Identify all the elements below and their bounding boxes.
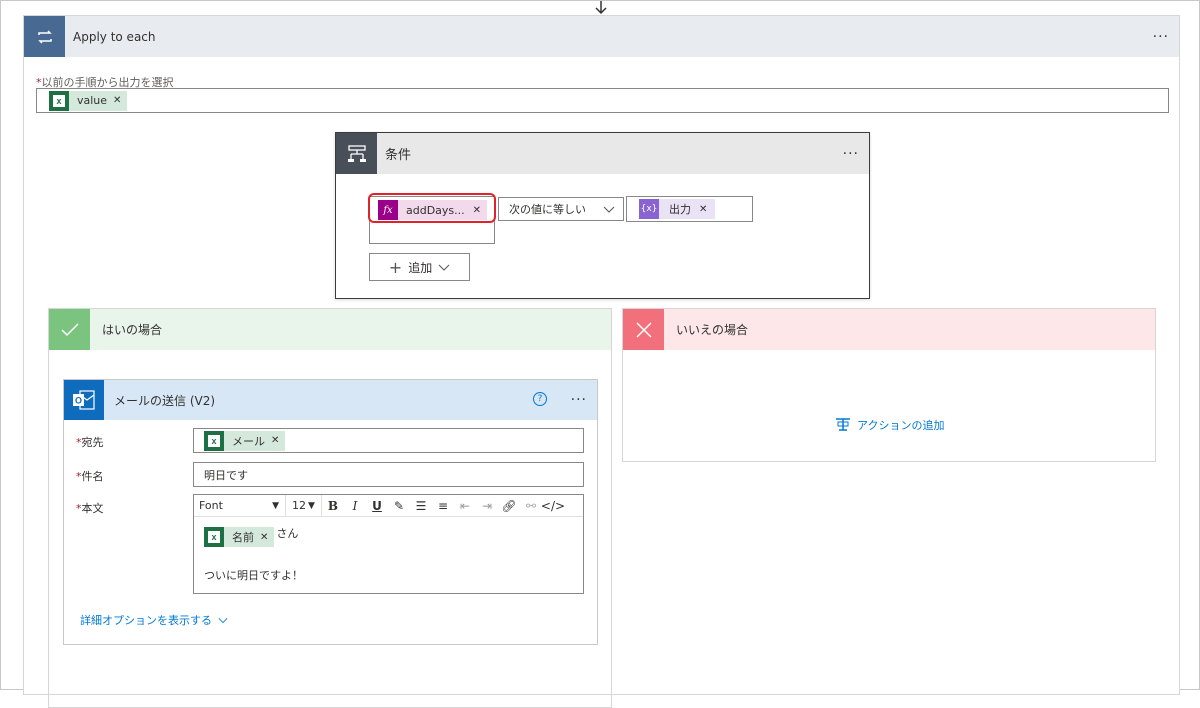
help-icon[interactable]: ? (533, 392, 547, 406)
name-token[interactable]: x 名前 ✕ (204, 527, 275, 547)
condition-card: 条件 ··· fx addDays... ✕ 次の値に等しい {x} 出力 ✕ … (335, 132, 870, 299)
font-size-select[interactable]: 12 ▼ (286, 494, 322, 517)
increase-indent-icon[interactable]: ⇥ (476, 495, 498, 517)
body-line-2: ついに明日ですよ！ (204, 569, 303, 582)
yes-branch-title: はいの場合 (102, 323, 163, 337)
apply-to-each-title: Apply to each (73, 29, 156, 44)
apply-to-each-header[interactable]: Apply to each ··· (24, 16, 1179, 57)
link-icon[interactable]: 🔗︎ (498, 495, 520, 517)
remove-token-icon[interactable]: ✕ (271, 435, 279, 446)
output-token[interactable]: {x} 出力 ✕ (639, 199, 716, 219)
to-field[interactable]: x メール ✕ (193, 428, 584, 453)
no-branch: いいえの場合 アクションの追加 (622, 308, 1156, 462)
show-advanced-options-link[interactable]: 詳細オプションを表示する (80, 612, 228, 628)
caret-down-icon: ▼ (272, 500, 279, 511)
select-output-field[interactable]: x value ✕ (36, 88, 1169, 113)
bold-icon[interactable]: B (322, 495, 344, 517)
value-token[interactable]: x value ✕ (49, 90, 128, 111)
apply-to-each-card: Apply to each ··· *以前の手順から出力を選択 x value … (23, 15, 1180, 708)
code-view-icon[interactable]: </> (541, 495, 565, 517)
excel-icon: x (204, 430, 224, 451)
loop-icon (24, 16, 65, 57)
body-editor[interactable]: Font ▼ 12 ▼ B I U ✎ ☰ ≡ ⇤ ⇥ 🔗︎ ⚯ </> x 名… (193, 494, 584, 594)
no-branch-title: いいえの場合 (676, 323, 749, 337)
condition-header[interactable]: 条件 ··· (336, 133, 869, 174)
subject-label: *件名 (76, 470, 104, 483)
add-action-icon (836, 418, 850, 431)
numbered-list-icon[interactable]: ≡ (432, 495, 454, 517)
outlook-icon: O (64, 380, 104, 420)
send-email-card: O メールの送信 (V2) ? ··· *宛先 x メール ✕ *件名 明日です… (63, 379, 598, 645)
send-email-title: メールの送信 (V2) (114, 393, 216, 408)
condition-icon (336, 133, 377, 174)
decrease-indent-icon[interactable]: ⇤ (454, 495, 476, 517)
chevron-down-icon (438, 264, 450, 271)
condition-right-operand[interactable]: {x} 出力 ✕ (626, 196, 753, 222)
email-token[interactable]: x メール ✕ (204, 430, 286, 451)
bullet-list-icon[interactable]: ☰ (410, 495, 432, 517)
caret-down-icon: ▼ (308, 500, 315, 511)
chevron-down-icon (218, 618, 228, 624)
yes-branch: はいの場合 O メールの送信 (V2) ? ··· *宛先 x メール ✕ *件… (48, 308, 612, 708)
highlight-box (368, 193, 496, 223)
underline-icon[interactable]: U (366, 495, 388, 517)
remove-token-icon[interactable]: ✕ (113, 95, 121, 106)
rich-text-toolbar: Font ▼ 12 ▼ B I U ✎ ☰ ≡ ⇤ ⇥ 🔗︎ ⚯ </> (194, 494, 583, 517)
chevron-down-icon (603, 206, 615, 213)
close-icon (623, 309, 664, 350)
body-line-1: x 名前 ✕ さん (204, 527, 298, 547)
more-options-icon[interactable]: ··· (843, 146, 859, 162)
paint-icon[interactable]: ✎ (388, 495, 410, 517)
font-select[interactable]: Font ▼ (194, 494, 286, 517)
unlink-icon[interactable]: ⚯ (520, 495, 542, 517)
excel-icon: x (204, 527, 224, 547)
add-action-link[interactable]: アクションの追加 (835, 417, 944, 433)
to-label: *宛先 (76, 436, 104, 449)
variable-icon: {x} (639, 199, 659, 219)
more-options-icon[interactable]: ··· (1153, 29, 1169, 45)
body-label: *本文 (76, 502, 104, 515)
yes-branch-header[interactable]: はいの場合 (49, 309, 611, 350)
check-icon (49, 309, 90, 350)
remove-token-icon[interactable]: ✕ (260, 532, 268, 543)
svg-text:O: O (75, 396, 82, 406)
italic-icon[interactable]: I (344, 495, 366, 517)
more-options-icon[interactable]: ··· (571, 392, 587, 408)
plus-icon: + (388, 257, 403, 277)
excel-icon: x (49, 90, 69, 111)
no-branch-header[interactable]: いいえの場合 (623, 309, 1155, 350)
subject-field[interactable]: 明日です (193, 462, 584, 487)
remove-token-icon[interactable]: ✕ (699, 204, 707, 215)
arrow-down-icon (595, 1, 607, 15)
add-condition-button[interactable]: + 追加 (369, 253, 470, 281)
condition-title: 条件 (385, 148, 412, 163)
operator-select[interactable]: 次の値に等しい (498, 197, 624, 221)
send-email-header[interactable]: O メールの送信 (V2) ? ··· (64, 380, 597, 420)
